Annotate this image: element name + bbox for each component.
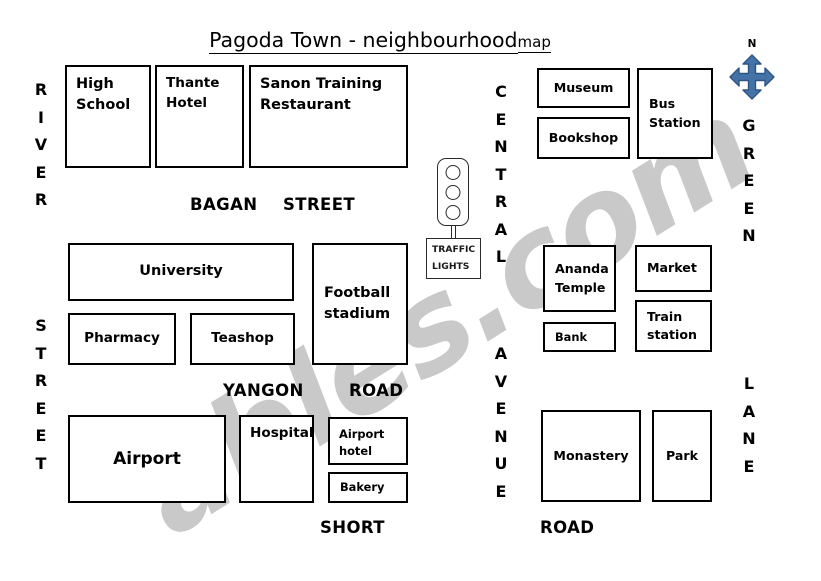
building-label: Pharmacy <box>84 330 160 347</box>
traffic-light-amber-lamp-icon <box>445 185 461 200</box>
building-label: Ananda Temple <box>555 261 609 295</box>
street-label-short: SHORT <box>320 518 385 537</box>
building-thante-hotel[interactable]: Thante Hotel <box>155 65 244 168</box>
building-label: Train station <box>647 308 697 342</box>
building-label: High School <box>76 76 131 114</box>
building-label: Bank <box>555 329 588 344</box>
traffic-light-red-lamp-icon <box>445 165 461 180</box>
building-label: Bus Station <box>649 96 701 130</box>
page-title: Pagoda Town - neighbourhoodmap <box>0 28 760 54</box>
building-label: University <box>139 263 223 280</box>
street-label-lane: LANE <box>742 374 756 476</box>
building-label: Hospital <box>250 425 314 441</box>
street-label-avenue: AVENUE <box>494 344 508 501</box>
neighbourhood-map-canvas: ables.com Pagoda Town - neighbourhoodmap… <box>0 0 821 581</box>
page-title-sub: map <box>517 33 551 53</box>
page-title-main: Pagoda Town - neighbourhood <box>209 28 518 54</box>
building-label: Bookshop <box>548 129 619 145</box>
building-airport[interactable]: Airport <box>68 415 226 503</box>
building-bakery[interactable]: Bakery <box>328 472 408 503</box>
building-park[interactable]: Park <box>652 410 712 502</box>
building-label: Football stadium <box>324 284 391 322</box>
building-market[interactable]: Market <box>635 245 712 292</box>
traffic-light-icon: TRAFFIC LIGHTS <box>426 158 486 282</box>
building-label: Airport hotel <box>339 427 385 458</box>
street-label-street-top: STREET <box>283 195 356 214</box>
street-label-bagan: BAGAN <box>190 195 258 214</box>
traffic-lights-label-box: TRAFFIC LIGHTS <box>426 238 481 279</box>
street-label-yangon: YANGON <box>223 381 304 400</box>
building-museum[interactable]: Museum <box>537 68 630 108</box>
building-football-stadium[interactable]: Football stadium <box>312 243 408 365</box>
building-label: Museum <box>553 79 614 95</box>
traffic-lights-label-line2: LIGHTS <box>432 260 470 272</box>
traffic-light-green-lamp-icon <box>445 205 461 220</box>
building-label: Park <box>666 447 698 463</box>
building-high-school[interactable]: High School <box>65 65 151 168</box>
four-way-arrow-icon <box>728 53 776 106</box>
compass: N <box>722 38 782 110</box>
building-sanon-training-restaurant[interactable]: Sanon Training Restaurant <box>249 65 408 168</box>
traffic-light-housing <box>437 158 469 226</box>
building-bank[interactable]: Bank <box>543 322 616 352</box>
building-teashop[interactable]: Teashop <box>190 313 295 365</box>
building-pharmacy[interactable]: Pharmacy <box>68 313 176 365</box>
building-airport-hotel[interactable]: Airport hotel <box>328 417 408 465</box>
building-hospital[interactable]: Hospital <box>239 415 314 503</box>
building-label: Market <box>647 260 697 276</box>
building-label: Bakery <box>340 480 385 495</box>
building-bus-station[interactable]: Bus Station <box>637 68 713 159</box>
street-label-road-mid: ROAD <box>349 381 404 400</box>
building-bookshop[interactable]: Bookshop <box>537 117 630 159</box>
building-label: Thante Hotel <box>166 75 220 111</box>
building-train-station[interactable]: Train station <box>635 300 712 352</box>
street-label-street-left: STREET <box>34 316 48 473</box>
building-label: Airport <box>113 448 181 469</box>
traffic-lights-label-line1: TRAFFIC <box>432 244 476 256</box>
street-label-central: CENTRAL <box>494 82 508 267</box>
compass-north-label: N <box>747 38 757 50</box>
building-monastery[interactable]: Monastery <box>541 410 641 502</box>
building-label: Sanon Training Restaurant <box>260 76 383 114</box>
street-label-river: RIVER <box>34 80 48 210</box>
street-label-road-bottom: ROAD <box>540 518 595 537</box>
building-ananda-temple[interactable]: Ananda Temple <box>543 245 616 312</box>
traffic-light-pole <box>451 225 456 239</box>
building-label: Teashop <box>211 330 274 347</box>
building-university[interactable]: University <box>68 243 294 301</box>
street-label-green: GREEN <box>742 116 756 246</box>
building-label: Monastery <box>553 447 629 463</box>
